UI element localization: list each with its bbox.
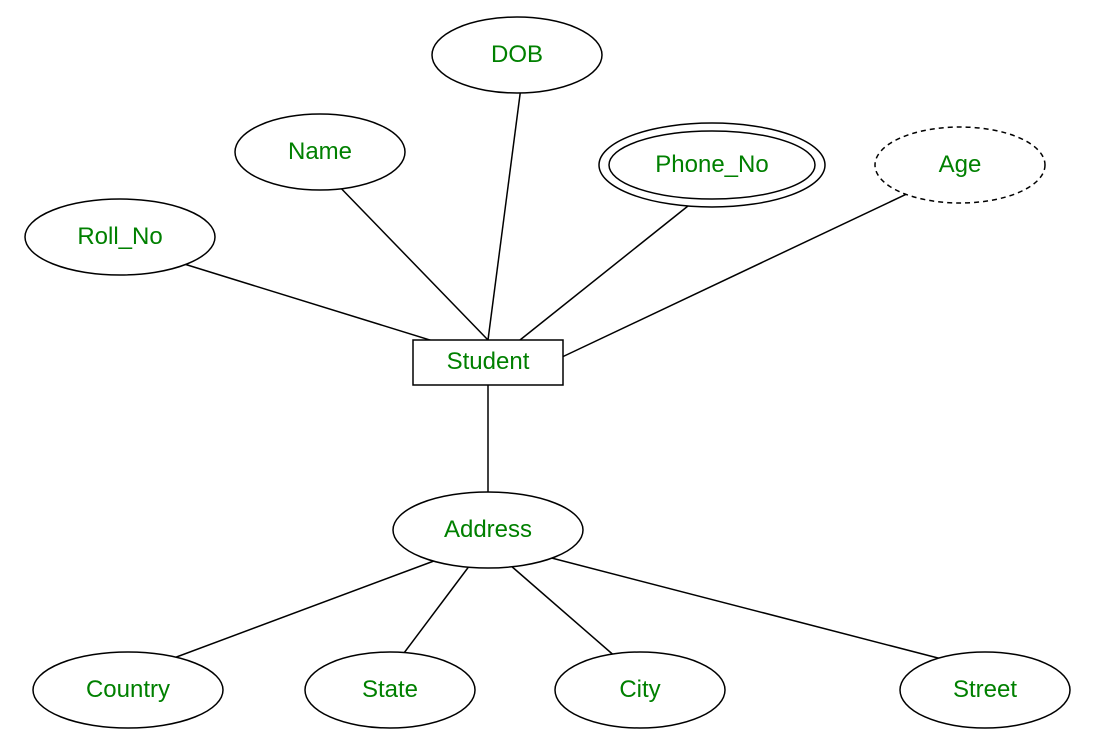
label-country: Country [86, 676, 170, 704]
label-phoneno: Phone_No [655, 151, 768, 179]
edge-student-name [333, 180, 488, 340]
label-age: Age [939, 151, 982, 179]
edge-student-dob [488, 87, 521, 340]
label-name: Name [288, 138, 352, 166]
edge-student-age [560, 183, 930, 358]
label-rollno: Roll_No [77, 223, 162, 251]
label-city: City [619, 676, 660, 704]
label-state: State [362, 676, 418, 704]
label-dob: DOB [491, 41, 543, 69]
label-address: Address [444, 516, 532, 544]
er-diagram [0, 0, 1112, 753]
label-street: Street [953, 676, 1017, 704]
edge-address-state [395, 565, 470, 665]
edge-address-street [540, 555, 965, 665]
edge-address-city [510, 565, 625, 665]
edge-student-phoneno [520, 198, 698, 340]
edge-address-country [155, 555, 450, 665]
label-student: Student [447, 348, 530, 376]
